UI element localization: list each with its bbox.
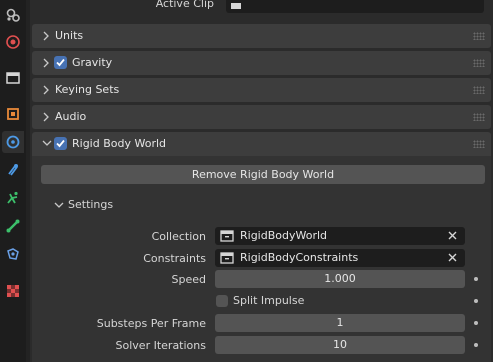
chevron-right-icon bbox=[43, 31, 49, 41]
chevron-down-icon[interactable] bbox=[53, 200, 65, 210]
checkmark-icon bbox=[56, 139, 65, 148]
speed-field[interactable]: 1.000 bbox=[215, 270, 465, 288]
units-panel-header[interactable]: Units bbox=[32, 24, 491, 48]
texture-icon[interactable] bbox=[2, 280, 24, 302]
collection-icon bbox=[220, 230, 234, 242]
bone-icon[interactable] bbox=[2, 215, 24, 237]
remove-rigid-body-world-button[interactable]: Remove Rigid Body World bbox=[41, 165, 485, 184]
constraints-field[interactable]: RigidBodyConstraints bbox=[215, 249, 465, 267]
substeps-label: Substeps Per Frame bbox=[96, 317, 206, 330]
clip-icon bbox=[231, 3, 241, 9]
properties-tab-bar bbox=[0, 0, 26, 362]
rigid-body-world-checkbox[interactable] bbox=[54, 137, 67, 150]
units-label: Units bbox=[55, 29, 84, 42]
keying-sets-label: Keying Sets bbox=[55, 83, 120, 96]
clear-icon[interactable] bbox=[447, 230, 458, 241]
collection-value: RigidBodyWorld bbox=[240, 229, 328, 242]
substeps-field[interactable]: 1 bbox=[215, 314, 465, 332]
keyframe-dot-icon[interactable] bbox=[474, 277, 478, 281]
chevron-right-icon bbox=[43, 85, 49, 95]
drag-handle-icon[interactable] bbox=[473, 32, 485, 40]
object-data-icon[interactable] bbox=[2, 243, 24, 265]
gravity-checkbox[interactable] bbox=[54, 56, 67, 69]
properties-panel: Active Clip Units Gravity Keying Sets Au… bbox=[30, 0, 493, 362]
keyframe-dot-icon[interactable] bbox=[474, 299, 478, 303]
object-icon[interactable] bbox=[2, 103, 24, 125]
tool-icon[interactable] bbox=[2, 4, 24, 26]
rigid-body-world-body: Remove Rigid Body World Settings Collect… bbox=[32, 156, 491, 362]
drag-handle-icon[interactable] bbox=[473, 59, 485, 67]
collection-field[interactable]: RigidBodyWorld bbox=[215, 227, 465, 245]
constraints-value: RigidBodyConstraints bbox=[240, 251, 359, 264]
chevron-right-icon bbox=[43, 58, 49, 68]
particles-icon[interactable] bbox=[2, 187, 24, 209]
settings-subpanel-label[interactable]: Settings bbox=[68, 198, 113, 211]
gravity-label: Gravity bbox=[72, 56, 113, 69]
keyframe-dot-icon[interactable] bbox=[474, 343, 478, 347]
drag-handle-icon[interactable] bbox=[473, 140, 485, 148]
solver-iterations-field[interactable]: 10 bbox=[215, 336, 465, 354]
drag-handle-icon[interactable] bbox=[473, 113, 485, 121]
chevron-right-icon bbox=[43, 112, 49, 122]
gravity-panel-header[interactable]: Gravity bbox=[32, 51, 491, 75]
clear-icon[interactable] bbox=[447, 252, 458, 263]
active-clip-field[interactable] bbox=[226, 0, 484, 13]
constraints-label: Constraints bbox=[143, 252, 206, 265]
active-clip-label: Active Clip bbox=[155, 0, 214, 10]
split-impulse-label[interactable]: Split Impulse bbox=[233, 294, 304, 307]
drag-handle-icon[interactable] bbox=[473, 86, 485, 94]
chevron-down-icon bbox=[42, 140, 52, 146]
rigid-body-world-panel-header[interactable]: Rigid Body World bbox=[32, 132, 491, 156]
solver-iterations-label: Solver Iterations bbox=[115, 339, 206, 352]
output-icon[interactable] bbox=[2, 67, 24, 89]
checkmark-icon bbox=[56, 58, 65, 67]
render-icon[interactable] bbox=[2, 31, 24, 53]
rigid-body-world-label: Rigid Body World bbox=[72, 137, 167, 150]
audio-panel-header[interactable]: Audio bbox=[32, 105, 491, 129]
speed-label: Speed bbox=[171, 273, 206, 286]
physics-icon[interactable] bbox=[2, 131, 24, 153]
keyframe-dot-icon[interactable] bbox=[474, 321, 478, 325]
audio-label: Audio bbox=[55, 110, 87, 123]
split-impulse-checkbox[interactable] bbox=[216, 295, 228, 307]
collection-icon bbox=[220, 252, 234, 264]
collection-label: Collection bbox=[151, 230, 206, 243]
constraint-icon[interactable] bbox=[2, 159, 24, 181]
keying-sets-panel-header[interactable]: Keying Sets bbox=[32, 78, 491, 102]
